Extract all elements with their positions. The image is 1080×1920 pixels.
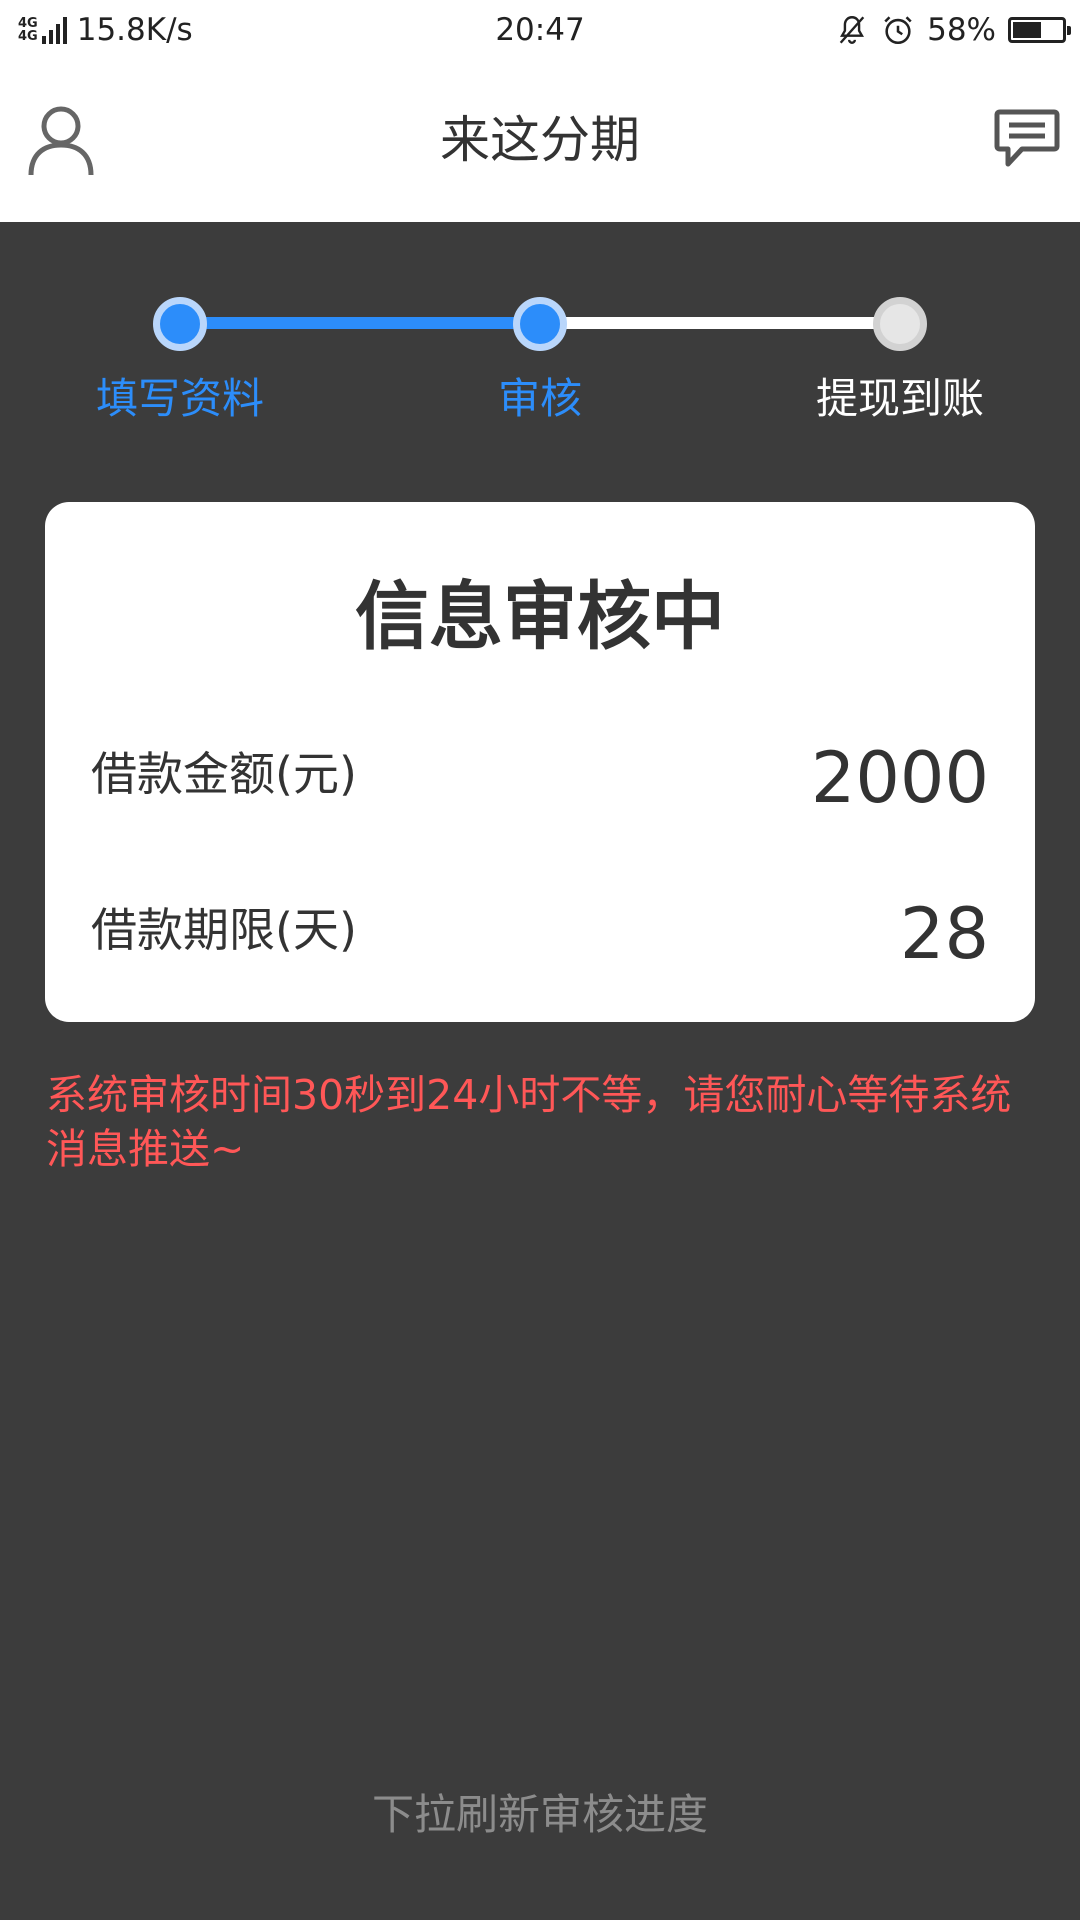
progress-steps: 填写资料 审核 提现到账 [0,222,1080,472]
app-header: 来这分期 [0,58,1080,222]
step-line-pending [540,317,900,329]
status-right: 58% [835,8,1071,52]
loan-amount-label: 借款金额(元) [91,747,357,801]
step-dot-fill-info [153,297,207,351]
loan-term-label: 借款期限(天) [91,903,357,957]
review-status-card: 信息审核中 借款金额(元) 2000 借款期限(天) 28 [45,502,1035,1022]
battery-fill [1013,22,1041,38]
review-notice: 系统审核时间30秒到24小时不等，请您耐心等待系统消息推送~ [46,1071,1012,1173]
loan-term-value: 28 [899,893,989,975]
bell-off-icon [839,16,865,44]
battery-percent: 58% [927,12,996,48]
loan-amount-value: 2000 [810,737,989,819]
status-bar: 4G 4G 15.8K/s 20:47 58% [0,0,1080,58]
alarm-icon [884,16,912,45]
step-dot-review [513,297,567,351]
message-icon[interactable] [994,108,1060,170]
review-status-title: 信息审核中 [355,574,725,660]
battery-icon [1008,17,1071,43]
pull-to-refresh-hint: 下拉刷新审核进度 [371,1790,708,1839]
step-label-fill-info: 填写资料 [95,374,264,423]
step-line-completed [180,317,540,329]
page-title: 来这分期 [440,111,640,169]
step-dot-withdraw [873,297,927,351]
step-label-withdraw: 提现到账 [815,374,984,423]
step-label-review: 审核 [497,374,582,423]
